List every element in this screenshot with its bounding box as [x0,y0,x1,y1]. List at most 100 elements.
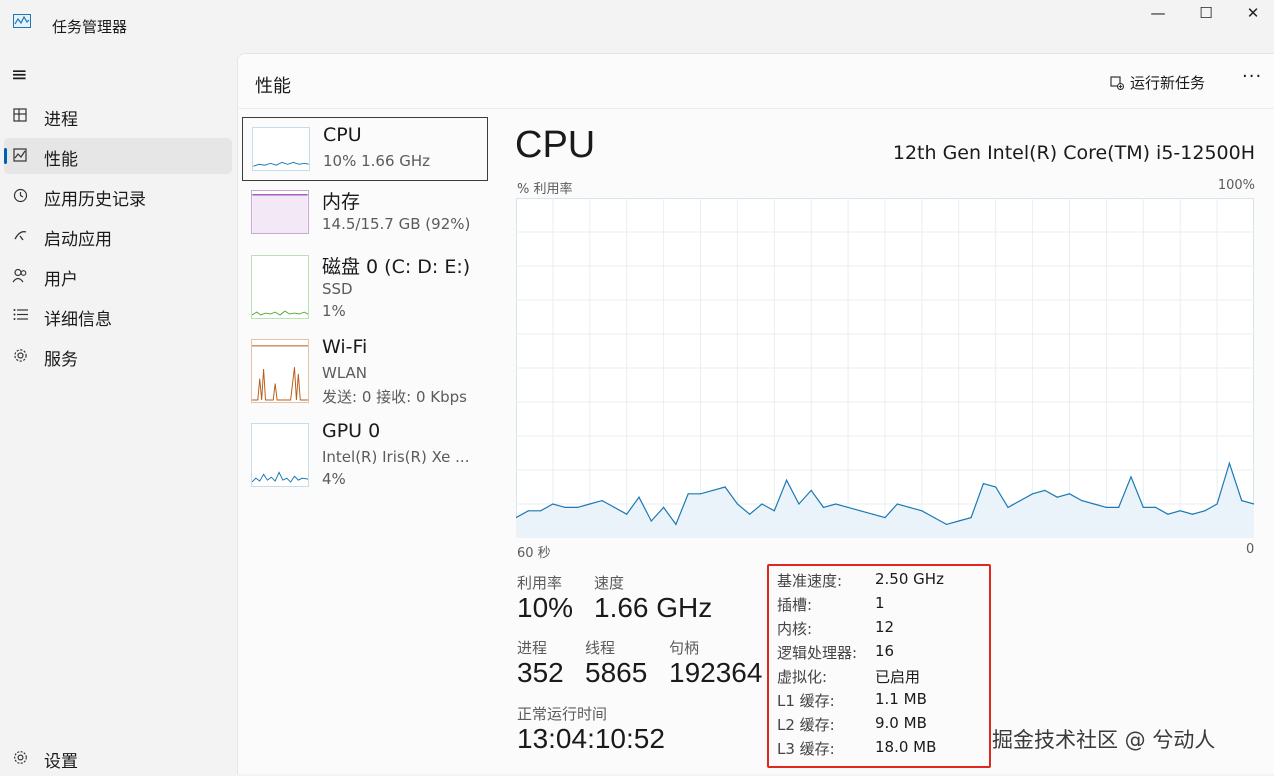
cpu-spec-box: 基准速度: 2.50 GHz 插槽: 1 内核: 12 逻辑处理器: 16 虚拟化: 已启用 L1 … [767,564,991,768]
cpu-utilization-chart [516,198,1254,538]
sidebar-item-label: 用户 [44,270,78,290]
cpu-data-point [933,517,935,519]
spec-value: 12 [875,618,895,636]
title-bar: 任务管理器 — ☐ ✕ [0,0,1274,52]
run-task-icon [1110,76,1125,91]
sidebar-item-label: 启动应用 [44,230,112,250]
cpu-data-point [1056,496,1058,498]
settings-gear-icon [12,750,28,766]
sidebar-item-startup-apps[interactable]: 启动应用 [0,218,232,254]
spec-value: 1.1 MB [875,690,927,708]
more-options-icon[interactable]: ··· [1242,66,1262,87]
cpu-data-point [626,513,628,515]
close-button[interactable]: ✕ [1230,4,1274,24]
spec-value: 2.50 GHz [875,570,944,588]
cpu-data-point [699,493,702,495]
minimize-button[interactable]: — [1135,4,1181,24]
cpu-data-point [884,517,886,519]
cpu-data-point [687,493,689,495]
spec-value: 16 [875,642,895,660]
cpu-data-point [1105,506,1107,508]
device-item-disk[interactable]: 磁盘 0 (C: D: E:) SSD 1% [242,246,486,320]
run-new-task-button[interactable]: 运行新任务 [1110,72,1205,93]
chart-zero-label: 0 [1246,542,1255,557]
cpu-data-point [675,523,677,525]
cpu-data-point [995,486,997,488]
settings-label: 设置 [44,752,78,772]
cpu-data-point [552,503,554,505]
watermark: 掘金技术社区 @ 兮动人 [992,728,1216,752]
cpu-data-point [1093,503,1095,505]
device-type: WLAN [322,364,368,382]
cpu-data-point [810,489,812,491]
sidebar-item-label: 详细信息 [44,310,112,330]
processes-icon [12,108,28,124]
wifi-thumbnail-graph [251,339,309,403]
threads-value: 5865 [585,657,648,688]
cpu-data-point [970,517,972,519]
spec-key: 内核: [777,620,813,638]
cpu-data-point [736,503,738,505]
cpu-data-point [1179,510,1181,512]
sidebar-item-details[interactable]: 详细信息 [0,298,232,334]
speed-label: 速度 [594,574,625,592]
cpu-data-point [1142,506,1144,508]
cpu-data-point [1228,462,1230,464]
spec-key: 基准速度: [777,572,843,590]
spec-value: 9.0 MB [875,714,927,732]
cpu-data-point [1216,503,1218,505]
device-model: Intel(R) Iris(R) Xe ... [322,448,470,466]
spec-key: L2 缓存: [777,716,835,734]
page-title: 性能 [255,76,291,97]
utilization-label: 利用率 [517,574,563,592]
sidebar-item-users[interactable]: 用户 [0,258,232,294]
cpu-data-point [1155,506,1157,508]
users-icon [12,268,28,284]
sidebar-item-settings[interactable]: 设置 [0,740,232,776]
disk-thumbnail-graph [251,255,309,319]
hamburger-menu-icon[interactable]: ≡ [11,64,28,84]
app-title: 任务管理器 [52,18,128,36]
memory-thumbnail-graph [251,190,309,234]
utilization-value: 10% [517,592,574,623]
spec-key: L3 缓存: [777,740,835,758]
spec-value: 已启用 [875,668,921,686]
cpu-data-point [921,510,923,512]
header-divider [238,108,1274,109]
device-item-memory[interactable]: 内存 14.5/15.7 GB (92%) [242,181,486,243]
sidebar-item-label: 性能 [44,150,78,170]
chart-time-label: 60 秒 [517,546,551,561]
sidebar-item-app-history[interactable]: 应用历史记录 [0,178,232,214]
spec-key: 插槽: [777,596,813,614]
device-stat: 14.5/15.7 GB (92%) [322,215,471,233]
cpu-data-point [761,503,763,505]
sidebar-item-performance[interactable]: 性能 [4,138,232,174]
spec-value: 18.0 MB [875,738,937,756]
cpu-data-point [540,510,542,512]
cpu-data-point [1068,493,1071,495]
device-item-gpu[interactable]: GPU 0 Intel(R) Iris(R) Xe ... 4% [242,414,486,488]
main-panel: 性能 运行新任务 ··· CPU 10% 1.66 GHz 内存 14.5/15… [237,53,1274,774]
maximize-button[interactable]: ☐ [1183,4,1229,24]
cpu-data-point [896,503,898,505]
cpu-data-point [1241,500,1243,502]
device-item-cpu[interactable]: CPU 10% 1.66 GHz [242,117,488,181]
speed-value: 1.66 GHz [594,592,713,623]
sidebar-item-services[interactable]: 服务 [0,338,232,374]
history-icon [12,188,28,204]
cpu-data-point [958,520,960,522]
cpu-model: 12th Gen Intel(R) Core(TM) i5-12500H [892,142,1255,164]
cpu-data-point [909,506,911,508]
cpu-data-point [1081,500,1083,502]
device-name: 磁盘 0 (C: D: E:) [322,256,471,278]
device-stat: 4% [322,470,346,488]
cpu-data-point [638,496,640,498]
chart-y-label: % 利用率 [517,182,573,197]
cpu-data-point [786,479,788,481]
cpu-data-point [749,513,751,515]
task-manager-app-icon [13,14,31,28]
sidebar-item-processes[interactable]: 进程 [0,98,232,134]
cpu-data-point [835,503,837,505]
device-item-wifi[interactable]: Wi-Fi WLAN 发送: 0 接收: 0 Kbps [242,330,486,406]
cpu-data-point [847,506,849,508]
